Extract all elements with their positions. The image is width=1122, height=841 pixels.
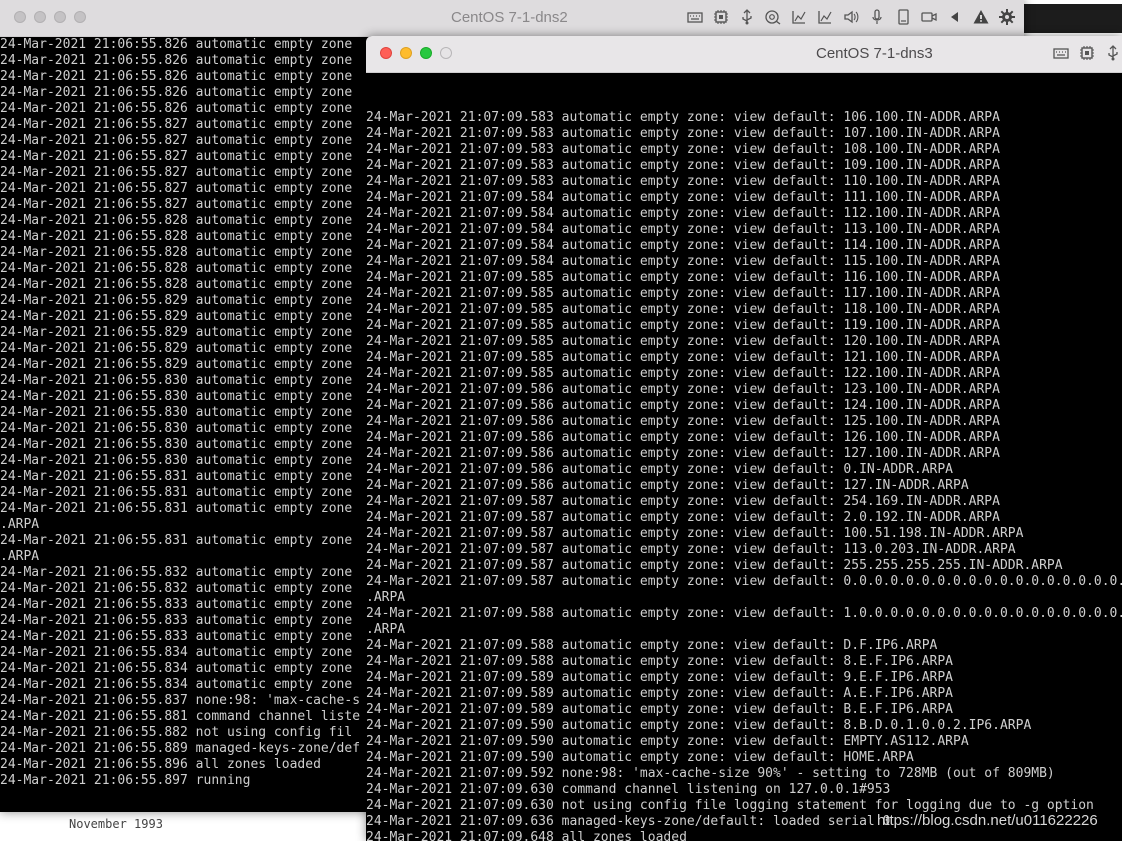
vm-toolbar (1052, 44, 1122, 62)
terminal-line: 24-Mar-2021 21:07:09.584 automatic empty… (366, 238, 1000, 253)
window-controls (14, 11, 86, 23)
terminal-line: 24-Mar-2021 21:07:09.588 automatic empty… (366, 606, 1122, 621)
cpu-icon[interactable] (1078, 44, 1096, 62)
terminal-line: 24-Mar-2021 21:07:09.648 all zones loade… (366, 830, 687, 841)
terminal-line: 24-Mar-2021 21:07:09.586 automatic empty… (366, 478, 969, 493)
audio-icon[interactable] (842, 8, 860, 26)
terminal-line: .ARPA (366, 590, 406, 605)
terminal-output[interactable]: 24-Mar-2021 21:07:09.583 automatic empty… (366, 73, 1122, 841)
terminal-line: 24-Mar-2021 21:07:09.583 automatic empty… (366, 142, 1000, 157)
backdrop-footer-text: November 1993 (69, 817, 163, 831)
terminal-line: 24-Mar-2021 21:07:09.587 automatic empty… (366, 494, 1000, 509)
terminal-line: 24-Mar-2021 21:07:09.585 automatic empty… (366, 334, 1000, 349)
terminal-line: 24-Mar-2021 21:07:09.585 automatic empty… (366, 270, 1000, 285)
terminal-line: 24-Mar-2021 21:07:09.590 automatic empty… (366, 750, 914, 765)
terminal-line: 24-Mar-2021 21:07:09.590 automatic empty… (366, 734, 969, 749)
terminal-line: 24-Mar-2021 21:07:09.584 automatic empty… (366, 222, 1000, 237)
terminal-line: 24-Mar-2021 21:07:09.588 automatic empty… (366, 638, 938, 653)
minimize-button[interactable] (34, 11, 46, 23)
terminal-line: 24-Mar-2021 21:07:09.583 automatic empty… (366, 126, 1000, 141)
microphone-icon[interactable] (868, 8, 886, 26)
fullscreen-button[interactable] (74, 11, 86, 23)
terminal-line: 24-Mar-2021 21:07:09.583 automatic empty… (366, 110, 1000, 125)
terminal-line: 24-Mar-2021 21:07:09.589 automatic empty… (366, 686, 953, 701)
usb-icon[interactable] (1104, 44, 1122, 62)
terminal-line: 24-Mar-2021 21:07:09.587 automatic empty… (366, 558, 1063, 573)
terminal-line: 24-Mar-2021 21:07:09.587 automatic empty… (366, 510, 1000, 525)
zoom-button[interactable] (420, 47, 432, 59)
terminal-line: 24-Mar-2021 21:07:09.585 automatic empty… (366, 286, 1000, 301)
terminal-line: 24-Mar-2021 21:07:09.585 automatic empty… (366, 318, 1000, 333)
close-button[interactable] (380, 47, 392, 59)
terminal-line: 24-Mar-2021 21:07:09.588 automatic empty… (366, 654, 953, 669)
terminal-line: 24-Mar-2021 21:07:09.590 automatic empty… (366, 718, 1032, 733)
cpu-icon[interactable] (712, 8, 730, 26)
terminal-line: 24-Mar-2021 21:07:09.584 automatic empty… (366, 254, 1000, 269)
terminal-line: 24-Mar-2021 21:07:09.586 automatic empty… (366, 430, 1000, 445)
terminal-line: 24-Mar-2021 21:07:09.589 automatic empty… (366, 670, 953, 685)
terminal-line: 24-Mar-2021 21:07:09.586 automatic empty… (366, 446, 1000, 461)
zoom-button[interactable] (54, 11, 66, 23)
keyboard-icon[interactable] (686, 8, 704, 26)
window-controls (380, 47, 452, 59)
network-icon[interactable] (816, 8, 834, 26)
terminal-line: 24-Mar-2021 21:07:09.586 automatic empty… (366, 462, 953, 477)
window-title: CentOS 7-1-dns2 (451, 9, 568, 26)
terminal-line: 24-Mar-2021 21:07:09.586 automatic empty… (366, 398, 1000, 413)
terminal-line: 24-Mar-2021 21:07:09.584 automatic empty… (366, 206, 1000, 221)
terminal-line: 24-Mar-2021 21:07:09.587 automatic empty… (366, 526, 1024, 541)
window-titlebar[interactable]: CentOS 7-1-dns3 (366, 36, 1122, 73)
keyboard-icon[interactable] (1052, 44, 1070, 62)
window-title: CentOS 7-1-dns3 (816, 45, 933, 62)
terminal-line: .ARPA (366, 622, 406, 637)
drive-icon[interactable] (894, 8, 912, 26)
terminal-line: 24-Mar-2021 21:07:09.587 automatic empty… (366, 574, 1122, 589)
vm-window-dns3[interactable]: CentOS 7-1-dns3 24-Mar-2021 21:07:09.583… (366, 36, 1122, 841)
background-app-strip (1024, 4, 1122, 33)
video-icon[interactable] (920, 8, 938, 26)
terminal-line: 24-Mar-2021 21:07:09.585 automatic empty… (366, 350, 1000, 365)
warning-icon[interactable] (972, 8, 990, 26)
play-icon[interactable] (946, 8, 964, 26)
terminal-line: 24-Mar-2021 21:07:09.584 automatic empty… (366, 190, 1000, 205)
terminal-line: 24-Mar-2021 21:07:09.592 none:98: 'max-c… (366, 766, 1055, 781)
terminal-line: 24-Mar-2021 21:07:09.586 automatic empty… (366, 382, 1000, 397)
terminal-line: 24-Mar-2021 21:07:09.586 automatic empty… (366, 414, 1000, 429)
gear-icon[interactable] (998, 8, 1016, 26)
terminal-line: 24-Mar-2021 21:07:09.585 automatic empty… (366, 302, 1000, 317)
fullscreen-button[interactable] (440, 47, 452, 59)
camera-icon[interactable] (764, 8, 782, 26)
watermark-text: https://blog.csdn.net/u011622226 (877, 812, 1098, 829)
close-button[interactable] (14, 11, 26, 23)
usb-icon[interactable] (738, 8, 756, 26)
vm-toolbar (686, 8, 1016, 26)
terminal-line: 24-Mar-2021 21:07:09.583 automatic empty… (366, 174, 1000, 189)
terminal-line: 24-Mar-2021 21:07:09.589 automatic empty… (366, 702, 953, 717)
network-icon[interactable] (790, 8, 808, 26)
window-titlebar[interactable]: CentOS 7-1-dns2 (0, 0, 1024, 37)
minimize-button[interactable] (400, 47, 412, 59)
terminal-line: 24-Mar-2021 21:07:09.630 command channel… (366, 782, 891, 797)
terminal-line: 24-Mar-2021 21:07:09.587 automatic empty… (366, 542, 1016, 557)
terminal-line: 24-Mar-2021 21:07:09.585 automatic empty… (366, 366, 1000, 381)
terminal-line: 24-Mar-2021 21:07:09.583 automatic empty… (366, 158, 1000, 173)
